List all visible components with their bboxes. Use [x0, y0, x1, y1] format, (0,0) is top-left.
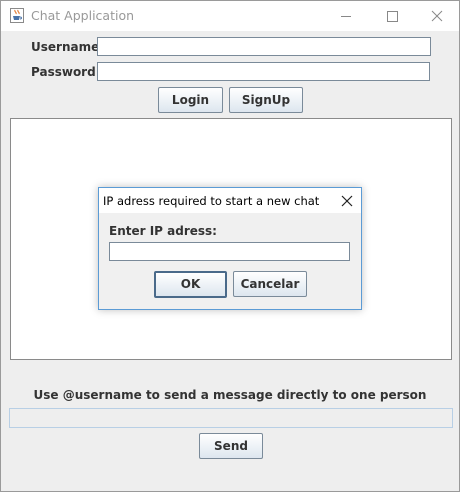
minimize-button[interactable] [323, 1, 369, 31]
dialog-close-button[interactable] [339, 193, 355, 209]
login-button[interactable]: Login [158, 87, 223, 113]
signup-button[interactable]: SignUp [229, 87, 303, 113]
java-cup-icon [10, 8, 24, 23]
ip-prompt-label: Enter IP adress: [109, 224, 217, 238]
close-icon [431, 10, 443, 22]
window-title: Chat Application [31, 8, 135, 23]
close-icon [341, 195, 353, 207]
username-label: Username: [31, 40, 105, 54]
send-button[interactable]: Send [199, 433, 263, 459]
password-label: Password: [31, 65, 101, 79]
close-button[interactable] [414, 1, 460, 31]
cancel-button[interactable]: Cancelar [233, 271, 307, 297]
message-input[interactable] [9, 408, 453, 428]
dialog-title: IP adress required to start a new chat [103, 194, 320, 208]
ip-address-field[interactable] [109, 242, 350, 261]
maximize-button[interactable] [369, 1, 415, 31]
password-field[interactable] [97, 62, 430, 81]
title-bar[interactable]: Chat Application [1, 1, 459, 31]
dialog-title-bar[interactable]: IP adress required to start a new chat [99, 188, 361, 213]
username-field[interactable] [97, 37, 431, 56]
ok-button[interactable]: OK [154, 271, 227, 298]
minimize-icon [341, 16, 351, 17]
chat-hint: Use @username to send a message directly… [33, 388, 427, 402]
maximize-icon [387, 11, 398, 22]
ip-address-dialog: IP adress required to start a new chat E… [98, 187, 362, 310]
